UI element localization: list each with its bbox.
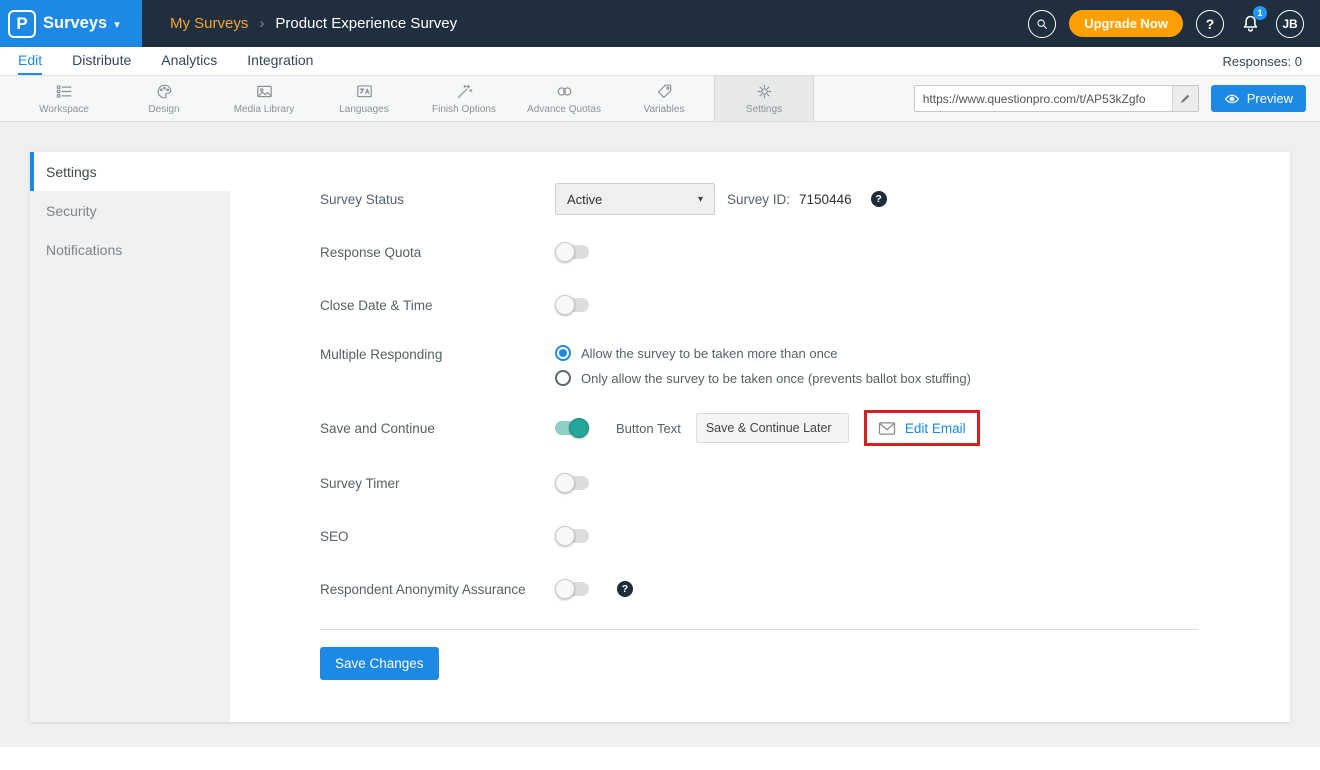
survey-timer-row: Survey Timer: [320, 467, 1290, 499]
search-icon: [1035, 17, 1049, 31]
tab-edit[interactable]: Edit: [18, 47, 42, 75]
button-text-label: Button Text: [616, 421, 681, 436]
questionpro-logo: P: [8, 10, 36, 38]
preview-button[interactable]: Preview: [1211, 85, 1306, 112]
anonymity-help-icon[interactable]: ?: [617, 581, 633, 597]
multiple-responding-row: Multiple Responding Allow the survey to …: [320, 342, 1290, 389]
toolbar-item-workspace[interactable]: Workspace: [14, 76, 114, 121]
toolbar-item-languages[interactable]: Languages: [314, 76, 414, 121]
settings-card: Settings Security Notifications Survey S…: [30, 152, 1290, 722]
breadcrumb-current-survey: Product Experience Survey: [275, 15, 457, 32]
tab-analytics[interactable]: Analytics: [161, 47, 217, 75]
design-palette-icon: [155, 82, 174, 101]
variables-tag-icon: [655, 82, 674, 101]
response-quota-row: Response Quota: [320, 236, 1290, 268]
anonymity-row: Respondent Anonymity Assurance ?: [320, 573, 1290, 605]
help-button[interactable]: ?: [1196, 10, 1224, 38]
responses-count: Responses: 0: [1223, 47, 1303, 75]
close-date-row: Close Date & Time: [320, 289, 1290, 321]
edit-url-button[interactable]: [1172, 86, 1198, 111]
radio-unselected-icon: [555, 370, 571, 386]
upgrade-now-button[interactable]: Upgrade Now: [1069, 10, 1183, 37]
pencil-icon: [1179, 92, 1192, 105]
response-quota-toggle[interactable]: [555, 245, 589, 259]
survey-status-select[interactable]: Active ▾: [555, 183, 715, 215]
seo-toggle[interactable]: [555, 529, 589, 543]
breadcrumb-my-surveys[interactable]: My Surveys: [170, 15, 248, 32]
close-date-label: Close Date & Time: [320, 298, 555, 313]
radio-selected-icon: [555, 345, 571, 361]
media-library-icon: [255, 82, 274, 101]
toolbar-item-settings[interactable]: Settings: [714, 76, 814, 121]
chevron-down-icon: ▾: [114, 18, 120, 31]
user-avatar[interactable]: JB: [1276, 10, 1304, 38]
survey-url-box: [914, 85, 1199, 112]
multiple-responding-label: Multiple Responding: [320, 342, 555, 362]
save-continue-row: Save and Continue Button Text Edit Email: [320, 410, 1290, 446]
seo-row: SEO: [320, 520, 1290, 552]
edit-email-link-highlighted[interactable]: Edit Email: [864, 410, 980, 446]
save-continue-toggle[interactable]: [555, 421, 589, 435]
tab-integration[interactable]: Integration: [247, 47, 313, 75]
topbar: P Surveys ▾ My Surveys › Product Experie…: [0, 0, 1320, 47]
survey-status-label: Survey Status: [320, 192, 555, 207]
envelope-icon: [878, 421, 896, 436]
app-name: Surveys: [43, 14, 107, 33]
button-text-input[interactable]: [696, 413, 849, 443]
survey-url-input[interactable]: [915, 86, 1172, 111]
notification-count-badge: 1: [1253, 6, 1267, 20]
sidebar-item-security[interactable]: Security: [30, 191, 230, 230]
breadcrumb: My Surveys › Product Experience Survey: [170, 15, 457, 32]
eye-icon: [1224, 91, 1240, 107]
survey-id-help-icon[interactable]: ?: [871, 191, 887, 207]
surveys-product-menu[interactable]: P Surveys ▾: [0, 0, 142, 47]
toolbar-item-advance-quotas[interactable]: Advance Quotas: [514, 76, 614, 121]
edit-toolbar: Workspace Design Media Library Languages…: [0, 76, 1320, 122]
sidebar-item-settings[interactable]: Settings: [30, 152, 230, 191]
sidebar-item-notifications[interactable]: Notifications: [30, 230, 230, 269]
workspace-icon: [55, 82, 74, 101]
close-date-toggle[interactable]: [555, 298, 589, 312]
toolbar-item-design[interactable]: Design: [114, 76, 214, 121]
settings-form: Survey Status Active ▾ Survey ID: 715044…: [230, 152, 1290, 722]
languages-icon: [355, 82, 374, 101]
survey-timer-label: Survey Timer: [320, 476, 555, 491]
content-area: Settings Security Notifications Survey S…: [0, 122, 1320, 747]
search-button[interactable]: [1028, 10, 1056, 38]
question-mark-icon: ?: [1206, 16, 1215, 32]
select-caret-icon: ▾: [698, 194, 703, 205]
survey-timer-toggle[interactable]: [555, 476, 589, 490]
survey-id-label: Survey ID:: [727, 192, 790, 207]
toolbar-item-variables[interactable]: Variables: [614, 76, 714, 121]
notifications-button[interactable]: 1: [1237, 11, 1263, 37]
seo-label: SEO: [320, 529, 555, 544]
radio-allow-once[interactable]: Only allow the survey to be taken once (…: [555, 370, 971, 386]
survey-id-value: 7150446: [799, 192, 852, 207]
settings-gear-icon: [755, 82, 774, 101]
anonymity-toggle[interactable]: [555, 582, 589, 596]
finish-options-wand-icon: [455, 82, 474, 101]
toolbar-right: Preview: [914, 76, 1320, 121]
save-changes-button[interactable]: Save Changes: [320, 647, 439, 680]
tab-distribute[interactable]: Distribute: [72, 47, 131, 75]
multiple-responding-options: Allow the survey to be taken more than o…: [555, 342, 971, 389]
toolbar-item-finish-options[interactable]: Finish Options: [414, 76, 514, 121]
topbar-actions: Upgrade Now ? 1 JB: [1028, 10, 1320, 38]
form-divider: [320, 629, 1198, 630]
anonymity-label: Respondent Anonymity Assurance: [320, 582, 555, 597]
radio-allow-multiple[interactable]: Allow the survey to be taken more than o…: [555, 345, 971, 361]
response-quota-label: Response Quota: [320, 245, 555, 260]
breadcrumb-separator-icon: ›: [259, 15, 264, 32]
save-continue-label: Save and Continue: [320, 421, 555, 436]
settings-sidebar: Settings Security Notifications: [30, 152, 230, 722]
survey-status-row: Survey Status Active ▾ Survey ID: 715044…: [320, 183, 1290, 215]
advance-quotas-links-icon: [555, 82, 574, 101]
toolbar-item-media-library[interactable]: Media Library: [214, 76, 314, 121]
main-nav: Edit Distribute Analytics Integration Re…: [0, 47, 1320, 76]
